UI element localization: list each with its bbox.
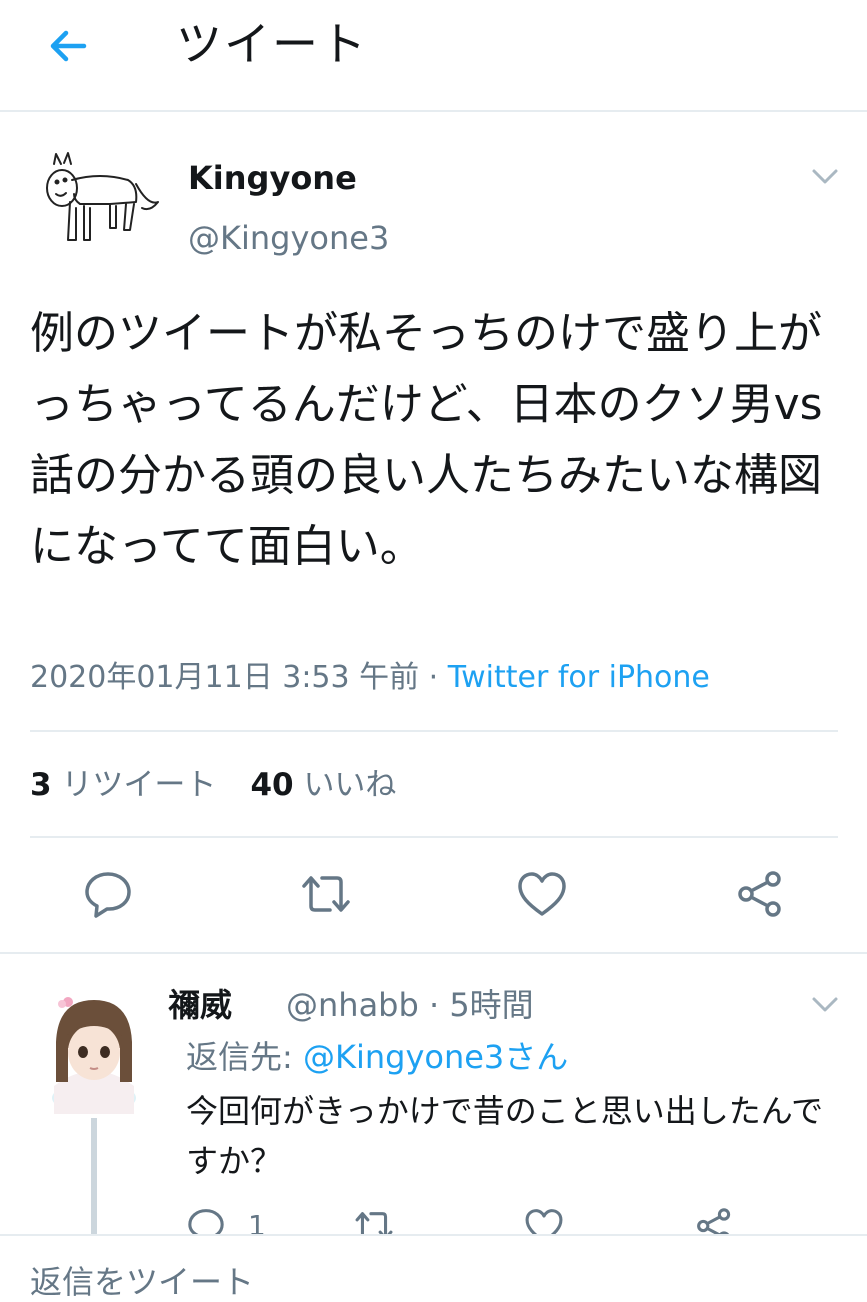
divider	[30, 836, 838, 838]
reply-author-meta: @nhabb · 5時間	[286, 982, 534, 1028]
reply-author-name[interactable]: 禰威	[168, 982, 232, 1028]
chevron-down-icon[interactable]	[810, 164, 840, 188]
share-icon[interactable]	[734, 868, 786, 920]
retweet-label[interactable]: リツイート	[61, 767, 216, 803]
replying-to-label: 返信先:	[186, 1038, 303, 1076]
thread-line	[91, 1118, 97, 1238]
tweet-source-link[interactable]: Twitter for iPhone	[448, 660, 710, 695]
meta-separator: ·	[419, 660, 448, 695]
reply-avatar[interactable]	[36, 990, 154, 1114]
top-bar: ツイート	[0, 0, 867, 112]
like-icon[interactable]	[516, 868, 568, 920]
back-arrow-icon[interactable]	[44, 22, 92, 70]
reply-compose-input[interactable]: 返信をツイート	[30, 1262, 254, 1302]
avatar[interactable]	[40, 150, 166, 250]
reply-time: · 5時間	[418, 986, 534, 1024]
author-name[interactable]: Kingyone	[188, 156, 357, 200]
like-count[interactable]: 40	[250, 767, 293, 803]
tweet-stats: 3 リツイート 40 いいね	[30, 762, 396, 808]
replying-to: 返信先: @Kingyone3さん	[186, 1034, 568, 1080]
chevron-down-icon[interactable]	[810, 992, 840, 1016]
page-title: ツイート	[176, 17, 368, 71]
author-handle[interactable]: @Kingyone3	[188, 216, 389, 260]
divider	[0, 952, 867, 954]
divider	[30, 730, 838, 732]
replying-to-link[interactable]: @Kingyone3さん	[303, 1038, 568, 1076]
tweet-text: 例のツイートが私そっちのけで盛り上がっちゃってるんだけど、日本のクソ男vs話の分…	[30, 308, 823, 572]
retweet-icon[interactable]	[300, 868, 352, 920]
reply-icon[interactable]	[82, 868, 134, 920]
reply-text: 今回何がきっかけで昔のこと思い出したんですか？	[186, 1092, 824, 1180]
tweet-timestamp: 2020年01月11日 3:53 午前	[30, 660, 420, 695]
reply-author-handle[interactable]: @nhabb	[286, 986, 419, 1024]
tweet-meta: 2020年01月11日 3:53 午前 · Twitter for iPhone	[30, 654, 710, 702]
retweet-count[interactable]: 3	[30, 767, 52, 803]
like-label[interactable]: いいね	[303, 767, 396, 803]
